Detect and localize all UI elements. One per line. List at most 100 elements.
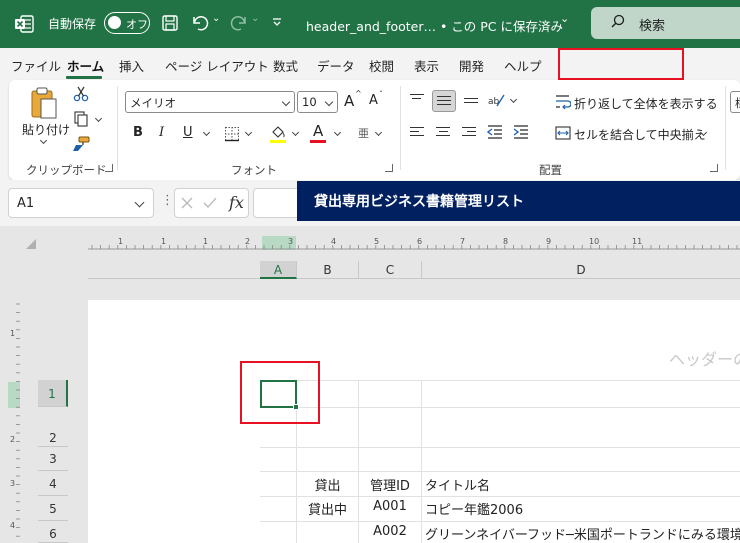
align-middle-button[interactable] <box>432 90 456 112</box>
row-header-1[interactable]: 1 <box>38 380 68 407</box>
tab-page-layout[interactable]: ページ レイアウト <box>165 56 269 75</box>
grid-line <box>260 380 740 381</box>
table-cell-title[interactable]: コピー年鑑2006 <box>425 499 523 518</box>
save-icon[interactable] <box>161 14 179 32</box>
increase-indent-icon[interactable] <box>513 125 529 139</box>
more-options-icon[interactable]: ⋮ <box>161 193 174 208</box>
tab-developer[interactable]: 開発 <box>459 56 484 75</box>
redo-icon[interactable] <box>229 14 249 32</box>
table-cell-id[interactable]: A001 <box>359 499 421 514</box>
decrease-indent-icon[interactable] <box>487 125 503 139</box>
merge-center-button[interactable]: セルを結合して中央揃え <box>574 126 706 143</box>
ruler-label: 3 <box>288 237 293 246</box>
copy-dropdown-icon[interactable] <box>94 114 103 123</box>
paste-dropdown-icon[interactable] <box>39 136 48 145</box>
autosave-toggle[interactable]: オフ <box>104 12 150 34</box>
font-color-button[interactable]: A <box>313 122 323 140</box>
toggle-knob <box>108 16 121 29</box>
borders-icon[interactable] <box>224 126 240 142</box>
insert-function-button[interactable]: fx <box>229 193 244 212</box>
undo-dropdown-icon[interactable]: ⌄ <box>212 13 220 24</box>
font-launcher-icon[interactable] <box>385 164 393 172</box>
wrap-text-icon[interactable] <box>555 94 571 110</box>
formula-buttons: fx <box>174 188 249 218</box>
ribbon-separator <box>725 86 726 170</box>
ribbon: 貼り付け クリップボード メイリオ 10 A ^ A ˇ B I U A 亜 フ… <box>9 80 740 180</box>
row-header-2[interactable]: 2 <box>38 407 68 447</box>
undo-icon[interactable] <box>190 14 210 32</box>
grid-line <box>358 380 359 543</box>
number-format-select[interactable]: 標 <box>730 91 740 113</box>
tab-view[interactable]: 表示 <box>414 56 439 75</box>
orientation-icon[interactable]: ab <box>487 92 505 108</box>
title-chevron-icon[interactable]: ⌄ <box>560 12 569 25</box>
table-cell-status[interactable]: 貸出中 <box>297 499 358 518</box>
font-name-select[interactable]: メイリオ <box>125 91 295 113</box>
alignment-launcher-icon[interactable] <box>710 164 718 172</box>
select-all-icon[interactable] <box>26 239 36 249</box>
table-header-lending[interactable]: 貸出 <box>297 475 358 494</box>
align-top-icon[interactable] <box>410 94 424 106</box>
cut-icon[interactable] <box>73 86 89 102</box>
copy-icon[interactable] <box>73 111 89 127</box>
redo-dropdown-icon[interactable]: ⌄ <box>251 13 259 24</box>
column-header-b[interactable]: B <box>297 261 359 279</box>
grow-font-button[interactable]: A <box>344 92 354 110</box>
table-header-id[interactable]: 管理ID <box>359 475 421 494</box>
paste-icon[interactable] <box>29 86 59 120</box>
clipboard-launcher-icon[interactable] <box>105 164 113 172</box>
shrink-font-button[interactable]: A <box>369 93 378 108</box>
row-header-5[interactable]: 5 <box>38 496 68 521</box>
tab-home[interactable]: ホーム <box>67 56 104 75</box>
document-title[interactable]: header_and_footer… • この PC に保存済み <box>306 16 563 35</box>
align-bottom-icon[interactable] <box>464 98 478 110</box>
tab-review[interactable]: 校閲 <box>369 56 394 75</box>
ruler-label: 2 <box>245 237 250 246</box>
orientation-dropdown-icon[interactable] <box>509 95 518 104</box>
cancel-icon[interactable] <box>181 197 193 209</box>
column-header-a[interactable]: A <box>260 261 297 279</box>
name-box[interactable]: A1 <box>8 188 154 218</box>
paste-label[interactable]: 貼り付け <box>22 121 70 138</box>
tab-formulas[interactable]: 数式 <box>273 56 298 75</box>
align-center-icon[interactable] <box>436 127 450 139</box>
header-placeholder[interactable]: ヘッダーの <box>669 346 740 370</box>
search-box[interactable]: 検索 <box>591 7 740 39</box>
row-header-3[interactable]: 3 <box>38 447 68 471</box>
fill-color-icon[interactable] <box>269 124 287 144</box>
font-size-select[interactable]: 10 <box>297 91 338 113</box>
table-cell-title[interactable]: グリーンネイバーフッド─米国ポートランドにみる環境 <box>425 524 740 543</box>
tab-insert[interactable]: 挿入 <box>119 56 144 75</box>
phonetic-dropdown-icon[interactable] <box>374 128 383 137</box>
borders-dropdown-icon[interactable] <box>244 128 253 137</box>
column-header-d[interactable]: D <box>422 261 740 279</box>
merge-center-icon[interactable] <box>555 126 571 140</box>
row-header-4[interactable]: 4 <box>38 471 68 496</box>
column-header-c[interactable]: C <box>359 261 422 279</box>
tab-help[interactable]: ヘルプ <box>504 56 542 75</box>
font-color-dropdown-icon[interactable] <box>333 128 342 137</box>
align-right-icon[interactable] <box>462 127 476 139</box>
enter-icon[interactable] <box>203 197 217 209</box>
fill-color-dropdown-icon[interactable] <box>291 128 300 137</box>
underline-dropdown-icon[interactable] <box>202 128 211 137</box>
row-header-6[interactable]: 6 <box>38 521 68 543</box>
table-header-title[interactable]: タイトル名 <box>425 475 490 494</box>
customize-toolbar-icon[interactable] <box>271 16 283 28</box>
bold-button[interactable]: B <box>133 125 143 140</box>
shrink-font-caret-icon: ˇ <box>379 90 383 99</box>
table-cell-id[interactable]: A002 <box>359 524 421 539</box>
vertical-ruler: 1 2 3 4 <box>8 303 20 537</box>
ribbon-separator <box>117 86 118 170</box>
grid-line <box>260 407 740 408</box>
align-left-icon[interactable] <box>410 127 424 139</box>
format-painter-icon[interactable] <box>72 136 90 152</box>
underline-button[interactable]: U <box>183 125 193 140</box>
tab-file[interactable]: ファイル <box>11 56 61 75</box>
italic-button[interactable]: I <box>159 125 164 140</box>
phonetic-button[interactable]: 亜 <box>358 125 369 141</box>
wrap-text-button[interactable]: 折り返して全体を表示する <box>574 95 718 112</box>
tab-data[interactable]: データ <box>317 56 355 75</box>
ruler-label: 7 <box>460 237 465 246</box>
sheet-title[interactable]: 貸出専用ビジネス書籍管理リスト <box>297 181 740 221</box>
